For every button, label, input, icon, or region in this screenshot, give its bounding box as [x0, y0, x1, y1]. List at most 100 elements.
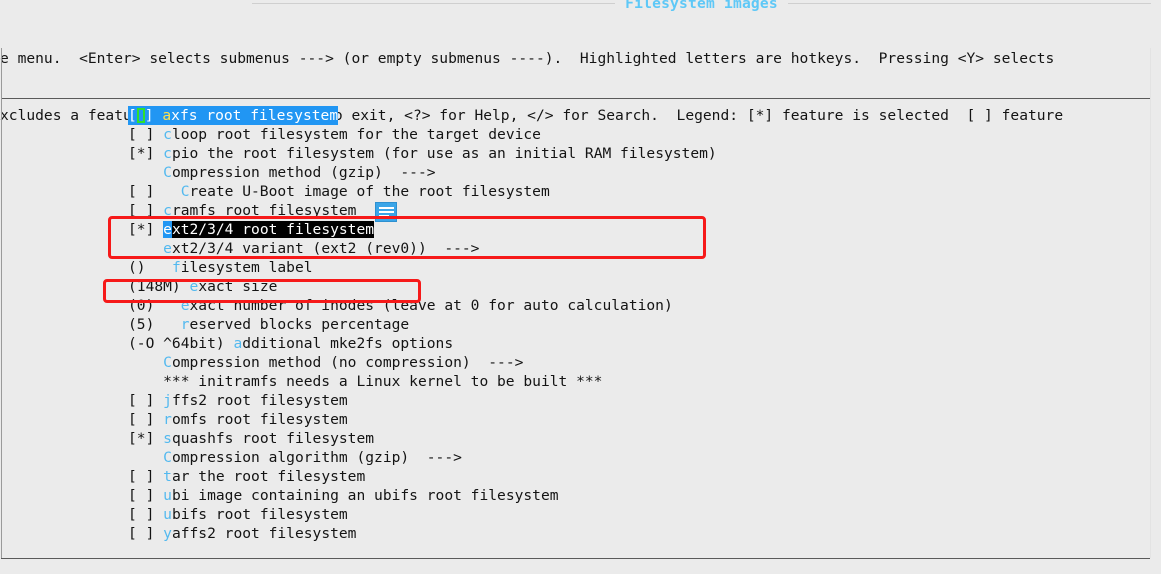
menu-item-hotkey: t — [163, 468, 172, 485]
menu-item-hotkey: a — [233, 335, 243, 352]
menu-item[interactable]: [ ] yaffs2 root filesystem — [0, 524, 1161, 543]
menu-item[interactable]: (0) exact number of inodes (leave at 0 f… — [0, 296, 1161, 315]
title-rule-right — [787, 3, 1152, 4]
title-rule-left — [252, 3, 616, 4]
menu-item-label: xt2/3/4 root filesystem — [171, 221, 375, 238]
menu-item[interactable]: [*] squashfs root filesystem — [0, 429, 1161, 448]
menu-item[interactable]: [*] cpio the root filesystem (for use as… — [0, 144, 1161, 163]
menu-item-mark: [*] — [128, 145, 164, 162]
menu-item-mark: [ ] — [128, 487, 164, 504]
menu-item-hotkey: y — [163, 525, 172, 542]
menu-item-hotkey: u — [163, 506, 172, 523]
menu-item-mark: [*] — [128, 430, 164, 447]
menu-item-mark: [ ] — [128, 411, 164, 428]
checkbox-close-bracket: ] — [144, 107, 163, 124]
menu-item-mark: (5) — [128, 316, 181, 333]
menu-item[interactable]: [ ] romfs root filesystem — [0, 410, 1161, 429]
menu-item-label: ompression method (no compression) ---> — [171, 354, 524, 371]
menu-item-label: xact size — [198, 278, 278, 295]
frame-divider-top — [1, 98, 1150, 99]
menu-item-hotkey: f — [171, 259, 181, 276]
menu-item-label: ar the root filesystem — [171, 468, 366, 485]
menu-item-hotkey: e — [163, 240, 172, 257]
menu-item-label: ffs2 root filesystem — [171, 392, 348, 409]
menu-item[interactable]: [ ] ubifs root filesystem — [0, 505, 1161, 524]
menu-item-hotkey: C — [180, 183, 190, 200]
menu-item-mark: [ ] — [128, 202, 164, 219]
help-line-1: e menu. <Enter> selects submenus ---> (o… — [0, 50, 1055, 67]
menu-item-mark: [*] — [128, 221, 164, 238]
menu-item-mark: (-O ^64bit) — [128, 335, 234, 352]
menu-item-mark — [128, 354, 163, 371]
menu-item[interactable]: [ ] cramfs root filesystem — [0, 201, 1161, 220]
menu-item-hotkey: C — [163, 164, 172, 181]
menu-item-mark: [ ] — [128, 468, 164, 485]
cursor-box-icon — [136, 108, 145, 123]
menu-item-hotkey: r — [180, 316, 190, 333]
menu-item-mark — [128, 164, 163, 181]
menu-item-mark: (0) — [128, 297, 181, 314]
menu-item-label: pio the root filesystem (for use as an i… — [171, 145, 717, 162]
menu-item[interactable]: (-O ^64bit) additional mke2fs options — [0, 334, 1161, 353]
menu-item-label: bi image containing an ubifs root filesy… — [171, 487, 559, 504]
menu-item[interactable]: [ ] cloop root filesystem for the target… — [0, 125, 1161, 144]
menu-item[interactable]: ext2/3/4 variant (ext2 (rev0)) ---> — [0, 239, 1161, 258]
menu-item[interactable]: [ ] jffs2 root filesystem — [0, 391, 1161, 410]
menu-item[interactable]: [] axfs root filesystem — [0, 106, 1161, 125]
frame-divider-bottom — [1, 558, 1150, 559]
menu-list[interactable]: [] axfs root filesystem[ ] cloop root fi… — [0, 106, 1161, 543]
menu-item-hotkey: r — [163, 411, 172, 428]
menu-item[interactable]: [*] ext2/3/4 root filesystem — [0, 220, 1161, 239]
menu-note: *** initramfs needs a Linux kernel to be… — [0, 372, 1161, 391]
menu-item[interactable]: [ ] ubi image containing an ubifs root f… — [0, 486, 1161, 505]
menu-item-label: eserved blocks percentage — [189, 316, 410, 333]
menu-item-hotkey: c — [163, 126, 172, 143]
menu-item-hotkey: c — [163, 202, 172, 219]
menu-item-mark: () — [128, 259, 172, 276]
menu-item-mark: [ ] — [128, 506, 164, 523]
menu-item[interactable]: Compression method (gzip) ---> — [0, 163, 1161, 182]
menu-item-mark: [ ] — [128, 126, 164, 143]
menu-item-label: ramfs root filesystem — [171, 202, 357, 219]
checkbox-open-bracket: [ — [128, 107, 137, 124]
menu-item[interactable]: () filesystem label — [0, 258, 1161, 277]
menu-item-label: xt2/3/4 variant (ext2 (rev0)) ---> — [171, 240, 480, 257]
menu-item-label: xact number of inodes (leave at 0 for au… — [189, 297, 673, 314]
menu-item[interactable]: [ ] tar the root filesystem — [0, 467, 1161, 486]
menu-item-label: affs2 root filesystem — [171, 525, 357, 542]
menu-item[interactable]: (148M) exact size — [0, 277, 1161, 296]
menu-item-hotkey: a — [162, 107, 172, 124]
menu-item-mark: (148M) — [128, 278, 190, 295]
menu-item-label: omfs root filesystem — [171, 411, 348, 428]
menu-item-mark — [128, 240, 163, 257]
menu-item-mark: [ ] — [128, 183, 181, 200]
menu-item-label: reate U-Boot image of the root filesyste… — [189, 183, 550, 200]
menu-note-label: *** initramfs needs a Linux kernel to be… — [128, 373, 603, 390]
menu-item-hotkey: e — [163, 221, 172, 238]
window-title-bar: Filesystem images — [0, 0, 1161, 12]
menu-item-hotkey: C — [163, 354, 172, 371]
menu-item-label: bifs root filesystem — [171, 506, 348, 523]
menu-item-text-selection[interactable]: ext2/3/4 root filesystem — [163, 221, 375, 238]
menu-item-label: dditional mke2fs options — [242, 335, 454, 352]
menu-item-hotkey: s — [163, 430, 172, 447]
menu-item-hotkey: e — [180, 297, 190, 314]
menu-item-label: quashfs root filesystem — [171, 430, 375, 447]
menu-item-highlighted[interactable]: [] axfs root filesystem — [128, 106, 339, 125]
menu-item-hotkey: C — [163, 449, 172, 466]
menu-item-hotkey: e — [189, 278, 199, 295]
menu-item-label: ilesystem label — [180, 259, 313, 276]
menu-item-mark: [ ] — [128, 525, 164, 542]
menu-item[interactable]: [ ] Create U-Boot image of the root file… — [0, 182, 1161, 201]
menu-item-label: xfs root filesystem — [171, 107, 339, 124]
mouse-cursor-icon — [375, 202, 397, 222]
menu-item-hotkey: j — [163, 392, 172, 409]
menu-item-label: loop root filesystem for the target devi… — [171, 126, 541, 143]
menu-item[interactable]: Compression method (no compression) ---> — [0, 353, 1161, 372]
menu-item[interactable]: Compression algorithm (gzip) ---> — [0, 448, 1161, 467]
menu-item-mark: [ ] — [128, 392, 164, 409]
menu-item-hotkey: u — [163, 487, 172, 504]
menu-item-hotkey: c — [163, 145, 172, 162]
menu-item[interactable]: (5) reserved blocks percentage — [0, 315, 1161, 334]
menu-item-label: ompression method (gzip) ---> — [171, 164, 436, 181]
